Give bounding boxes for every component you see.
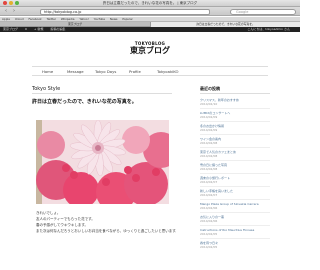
bookmark-item[interactable]: Yahoo! — [79, 17, 88, 21]
bookmark-item[interactable]: YouTube — [94, 17, 105, 21]
recent-post-date: 2014/02/08 — [200, 141, 218, 145]
site-header: TOKYOBLOG 東京ブログ — [0, 32, 300, 66]
recent-post-item[interactable]: お気に入りの一冊 2014/02/06 — [200, 215, 270, 223]
recent-post-date: 2014/02/05 — [200, 232, 218, 236]
recent-post-date: 2014/02/07 — [200, 180, 218, 184]
nav-home[interactable]: Home — [42, 67, 53, 76]
recent-post-item[interactable]: 新しい手帳を買いました 2014/02/07 — [200, 189, 270, 197]
sidebar-separator — [200, 199, 270, 200]
recent-post-date: 2014/02/08 — [200, 154, 218, 158]
flower-bouquet-image — [36, 120, 169, 204]
admin-comments-count[interactable]: 0 — [25, 27, 27, 31]
sidebar-separator — [200, 108, 270, 109]
recent-post-item[interactable]: LUMIXのコンサートへ 2014/02/09 — [200, 111, 270, 119]
bookmark-item[interactable]: Wikipedia — [61, 17, 75, 21]
minimize-window-button[interactable] — [9, 1, 13, 5]
recent-post-item[interactable]: 東京で人気のカフェまとめ 2014/02/08 — [200, 150, 270, 158]
window-title: 許日は立春だったので、きれいな花の写真を。 | 東京ブログ — [102, 1, 198, 5]
bookmark-item[interactable]: Twitter — [47, 17, 56, 21]
sidebar-separator — [200, 212, 270, 213]
nav-tokyo-days[interactable]: Tokyo Days — [95, 67, 116, 76]
address-bar[interactable]: http://tokyoblog.co.jp — [40, 8, 210, 15]
admin-edit-post-button[interactable]: 投稿の編集 — [50, 27, 65, 31]
window-titlebar: 許日は立春だったので、きれいな花の写真を。 | 東京ブログ — [0, 0, 300, 7]
zoom-window-button[interactable] — [15, 1, 19, 5]
sidebar-separator — [200, 186, 270, 187]
admin-new-button[interactable]: + 新規 — [34, 27, 43, 31]
recent-post-date: 2014/02/09 — [200, 115, 218, 119]
recent-post-date: 2014/02/05 — [200, 245, 218, 249]
nav-tokyoakiko[interactable]: TokyoakiKO — [157, 67, 178, 76]
post-title: 許日は立春だったので、きれいな花の写真を。 — [32, 99, 137, 105]
recent-post-item[interactable]: 雪の日に撮った写真 2014/02/08 — [200, 163, 270, 171]
recent-post-item[interactable]: 冬のお出かけ情報 2014/02/09 — [200, 124, 270, 132]
post-body: きれいでしょ。 友人のパーティーでもらった花です。 春の予感がしてウキウキします… — [36, 210, 176, 234]
search-field[interactable]: Google — [230, 8, 296, 15]
sidebar-separator — [200, 147, 270, 148]
recent-post-item[interactable]: 春を待つ日々 2014/02/05 — [200, 241, 270, 249]
recent-post-date: 2014/02/07 — [200, 193, 218, 197]
recent-post-date: 2014/02/08 — [200, 167, 218, 171]
bookmark-item[interactable]: Popular — [122, 17, 133, 21]
sidebar-separator — [200, 238, 270, 239]
recent-post-item[interactable]: 週末の小旅行レポート 2014/02/07 — [200, 176, 270, 184]
main-nav: Home Message Tokyo Days Profile Tokyoaki… — [32, 66, 268, 76]
sidebar-divider — [200, 93, 270, 94]
forward-arrow-icon[interactable]: › — [10, 8, 18, 15]
sidebar-separator — [200, 225, 270, 226]
recent-post-date: 2014/02/09 — [200, 128, 218, 132]
close-window-button[interactable] — [3, 1, 7, 5]
recent-post-date: 2014/02/06 — [200, 206, 218, 210]
bookmark-item[interactable]: Apple — [2, 17, 10, 21]
sidebar-separator — [200, 173, 270, 174]
sidebar-separator — [200, 121, 270, 122]
recent-post-item[interactable]: Mango Plaza Group of Slovakia Carrera 20… — [200, 202, 270, 210]
sidebar-separator — [200, 160, 270, 161]
flower-photo — [36, 120, 169, 204]
admin-site-link[interactable]: 東京ブログ — [3, 27, 18, 31]
browser-toolbar: ‹ › http://tokyoblog.co.jp Google — [0, 7, 300, 16]
post-category[interactable]: Tokyo Style — [32, 86, 60, 92]
post-paragraph: また次は何なんだろうとおいしいお弁当を食べながら、ゆっくりと過ごしたいと思います… — [36, 229, 176, 233]
category-divider — [32, 93, 172, 94]
bookmark-item[interactable]: News — [110, 17, 118, 21]
site-logo[interactable]: 東京ブログ — [0, 45, 300, 56]
nav-message[interactable]: Message — [67, 67, 84, 76]
back-arrow-icon[interactable]: ‹ — [2, 8, 10, 15]
sidebar-separator — [200, 134, 270, 135]
nav-profile[interactable]: Profile — [129, 67, 141, 76]
recent-post-date: 2014/02/10 — [200, 102, 218, 106]
recent-posts-heading: 最近の投稿 — [200, 86, 220, 91]
bookmark-item[interactable]: iCloud — [15, 17, 24, 21]
recent-post-item[interactable]: Instructions of Rio Mauritius Finnesa 20… — [200, 228, 270, 236]
recent-post-item[interactable]: ワイン会の案内 2014/02/08 — [200, 137, 270, 145]
recent-post-date: 2014/02/06 — [200, 219, 218, 223]
bookmark-item[interactable]: Facebook — [29, 17, 42, 21]
recent-post-item[interactable]: クリスマス、新年のおすすめ 2014/02/10 — [200, 98, 270, 106]
